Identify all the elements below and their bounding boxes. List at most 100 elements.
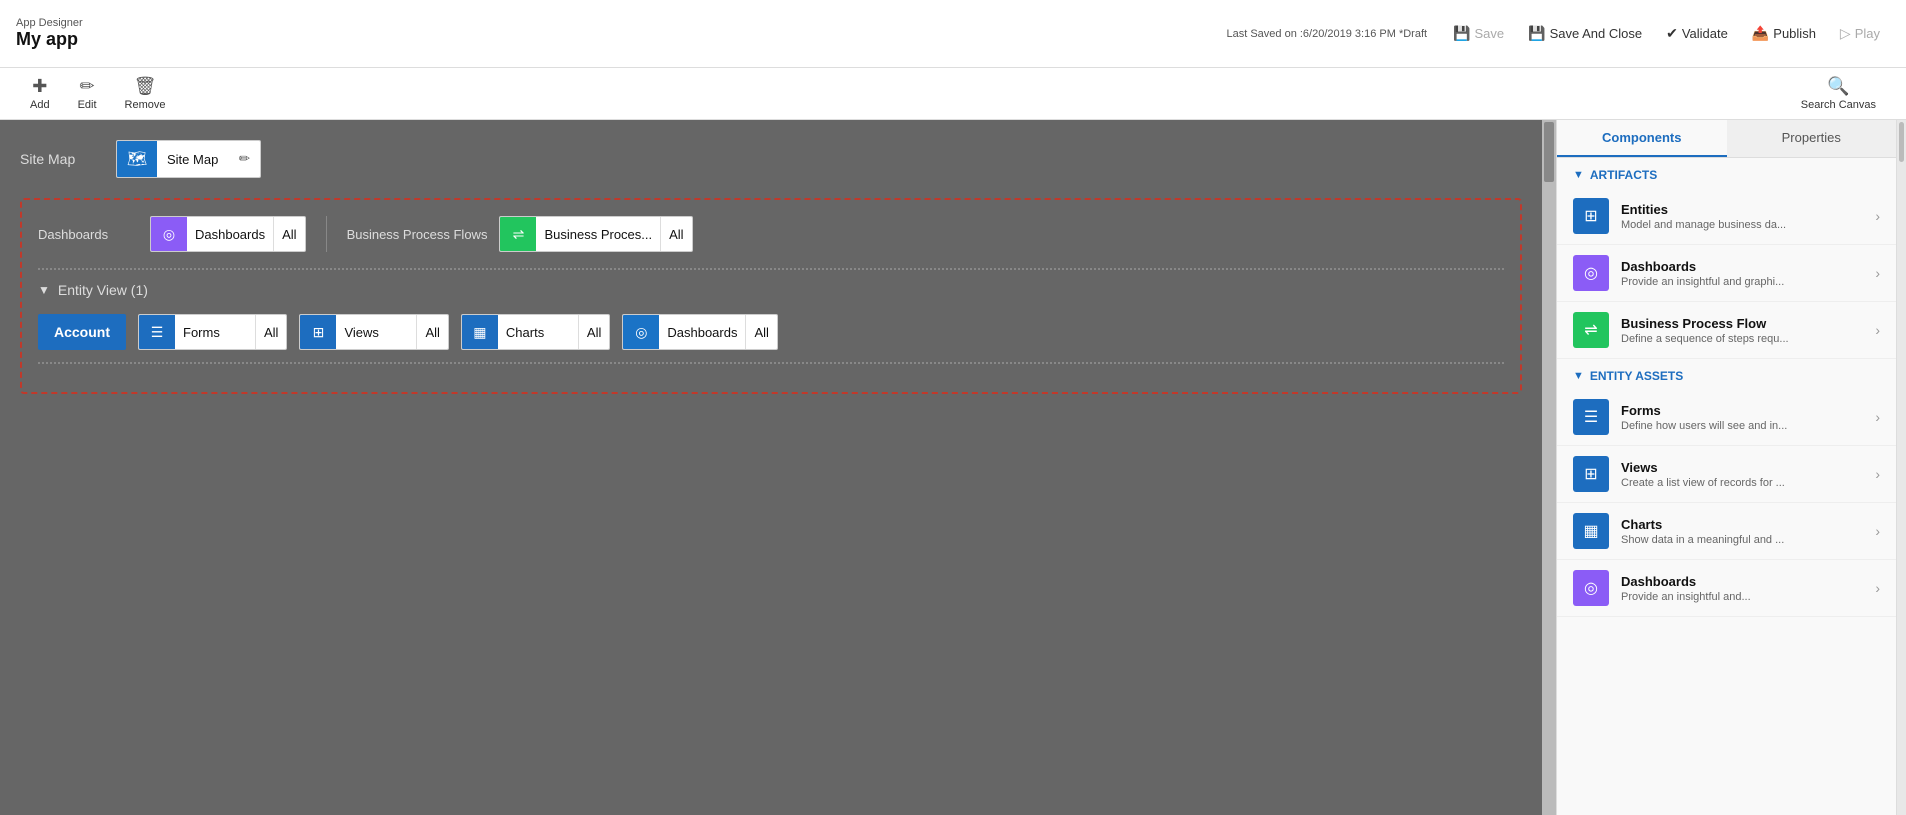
sitemap-component[interactable]: 🗺 Site Map ✏ <box>116 140 261 178</box>
save-button[interactable]: 💾 Save <box>1443 21 1514 46</box>
entity-asset-views[interactable]: ⊞ Views Create a list view of records fo… <box>1557 446 1896 503</box>
entity-dashboards-panel-text: Dashboards Provide an insightful and... <box>1621 574 1863 603</box>
artifacts-section-title: ARTIFACTS <box>1590 168 1657 182</box>
sitemap-label: Site Map <box>20 151 100 167</box>
tab-properties[interactable]: Properties <box>1727 120 1897 157</box>
search-canvas-icon: 🔍 <box>1827 76 1849 97</box>
forms-pill-icon: ☰ <box>139 314 175 350</box>
remove-icon: 🗑 <box>134 76 157 97</box>
search-canvas-tool[interactable]: 🔍 Search Canvas <box>1787 72 1890 115</box>
artifact-dashboards[interactable]: ◎ Dashboards Provide an insightful and g… <box>1557 245 1896 302</box>
dashboards-row-label: Dashboards <box>38 227 138 242</box>
forms-panel-desc: Define how users will see and in... <box>1621 420 1863 432</box>
views-panel-name: Views <box>1621 460 1863 475</box>
save-icon: 💾 <box>1453 25 1470 42</box>
forms-panel-chevron: › <box>1875 409 1880 425</box>
entity-dashboards-icon: ◎ <box>635 324 647 341</box>
bpf-row-label: Business Process Flows <box>347 227 488 242</box>
forms-pill-label: Forms <box>175 325 255 340</box>
entities-desc: Model and manage business da... <box>1621 219 1863 231</box>
sitemap-edit-button[interactable]: ✏ <box>228 141 260 177</box>
charts-panel-text: Charts Show data in a meaningful and ... <box>1621 517 1863 546</box>
save-close-icon: 💾 <box>1528 25 1545 42</box>
play-button[interactable]: ▷ Play <box>1830 21 1890 46</box>
forms-all-btn[interactable]: All <box>255 315 286 349</box>
entity-dashboards-panel-desc: Provide an insightful and... <box>1621 591 1863 603</box>
forms-pill[interactable]: ☰ Forms All <box>138 314 287 350</box>
entities-chevron: › <box>1875 208 1880 224</box>
red-dashed-container: Dashboards ◎ Dashboards All Business Pro… <box>20 198 1522 394</box>
entity-asset-charts[interactable]: ▦ Charts Show data in a meaningful and .… <box>1557 503 1896 560</box>
entity-asset-forms[interactable]: ☰ Forms Define how users will see and in… <box>1557 389 1896 446</box>
canvas-area: Site Map 🗺 Site Map ✏ Dashboards ◎ Dashb… <box>0 120 1542 815</box>
main-layout: Site Map 🗺 Site Map ✏ Dashboards ◎ Dashb… <box>0 120 1906 815</box>
charts-all-btn[interactable]: All <box>578 315 609 349</box>
dotted-separator-1 <box>38 268 1504 270</box>
charts-pill-icon: ▦ <box>462 314 498 350</box>
edit-icon: ✏ <box>80 76 95 97</box>
dashboards-all-btn[interactable]: All <box>273 217 304 251</box>
entity-dashboards-pill[interactable]: ◎ Dashboards All <box>622 314 778 350</box>
add-tool[interactable]: ✚ Add <box>16 72 64 115</box>
save-and-close-button[interactable]: 💾 Save And Close <box>1518 21 1652 46</box>
views-panel-icon-box: ⊞ <box>1573 456 1609 492</box>
entity-view-collapse[interactable]: ▼ <box>38 283 50 297</box>
bpf-panel-icon-box: ⇌ <box>1573 312 1609 348</box>
forms-panel-icon: ☰ <box>1584 407 1598 427</box>
validate-icon: ✔ <box>1666 25 1678 42</box>
entity-asset-dashboards[interactable]: ◎ Dashboards Provide an insightful and..… <box>1557 560 1896 617</box>
edit-tool[interactable]: ✏ Edit <box>64 72 111 115</box>
toolbar: ✚ Add ✏ Edit 🗑 Remove 🔍 Search Canvas <box>0 68 1906 120</box>
entity-dashboards-panel-name: Dashboards <box>1621 574 1863 589</box>
entity-view-header: ▼ Entity View (1) <box>38 282 1504 298</box>
artifact-bpf[interactable]: ⇌ Business Process Flow Define a sequenc… <box>1557 302 1896 359</box>
right-panel-scrollbar[interactable] <box>1896 120 1906 815</box>
entities-icon-box: ⊞ <box>1573 198 1609 234</box>
charts-pill-label: Charts <box>498 325 578 340</box>
add-icon: ✚ <box>32 76 47 97</box>
validate-button[interactable]: ✔ Validate <box>1656 21 1738 46</box>
dashboards-panel-name: Dashboards <box>1621 259 1863 274</box>
views-all-btn[interactable]: All <box>416 315 447 349</box>
dashboards-panel-icon-box: ◎ <box>1573 255 1609 291</box>
sitemap-icon-box: 🗺 <box>117 141 157 177</box>
artifacts-arrow: ▼ <box>1573 169 1584 181</box>
bpf-all-btn[interactable]: All <box>660 217 691 251</box>
artifacts-section-header: ▼ ARTIFACTS <box>1557 158 1896 188</box>
forms-panel-name: Forms <box>1621 403 1863 418</box>
dashboards-row: Dashboards ◎ Dashboards All Business Pro… <box>38 216 1504 252</box>
artifact-entities[interactable]: ⊞ Entities Model and manage business da.… <box>1557 188 1896 245</box>
canvas-scrollbar[interactable] <box>1542 120 1556 815</box>
panel-content: ▼ ARTIFACTS ⊞ Entities Model and manage … <box>1557 158 1896 815</box>
dashboards-panel-desc: Provide an insightful and graphi... <box>1621 276 1863 288</box>
top-bar-actions: Last Saved on :6/20/2019 3:16 PM *Draft … <box>1226 21 1890 46</box>
entity-dashboards-pill-label: Dashboards <box>659 325 745 340</box>
bpf-pill-icon: ⇌ <box>500 216 536 252</box>
entity-dashboards-panel-icon: ◎ <box>1584 578 1598 598</box>
last-saved-text: Last Saved on :6/20/2019 3:16 PM *Draft <box>1226 28 1427 40</box>
right-panel-scrollbar-thumb <box>1899 122 1904 162</box>
publish-icon: 📤 <box>1752 25 1769 42</box>
tab-components[interactable]: Components <box>1557 120 1727 157</box>
entity-dashboards-pill-icon: ◎ <box>623 314 659 350</box>
views-pill[interactable]: ⊞ Views All <box>299 314 448 350</box>
app-name: My app <box>16 29 83 50</box>
dashboards-panel-icon: ◎ <box>1584 263 1598 283</box>
publish-button[interactable]: 📤 Publish <box>1742 21 1826 46</box>
bpf-panel-text: Business Process Flow Define a sequence … <box>1621 316 1863 345</box>
entity-view-label: Entity View (1) <box>58 282 148 298</box>
dashboards-pill-label: Dashboards <box>187 227 273 242</box>
bpf-panel-icon: ⇌ <box>1584 320 1597 340</box>
dashboards-pill[interactable]: ◎ Dashboards All <box>150 216 306 252</box>
charts-panel-icon-box: ▦ <box>1573 513 1609 549</box>
views-panel-desc: Create a list view of records for ... <box>1621 477 1863 489</box>
bpf-pill[interactable]: ⇌ Business Proces... All <box>499 216 692 252</box>
remove-tool[interactable]: 🗑 Remove <box>111 72 180 115</box>
charts-panel-name: Charts <box>1621 517 1863 532</box>
charts-panel-desc: Show data in a meaningful and ... <box>1621 534 1863 546</box>
sitemap-component-label: Site Map <box>157 152 228 167</box>
entity-dashboards-all-btn[interactable]: All <box>745 315 776 349</box>
charts-pill[interactable]: ▦ Charts All <box>461 314 610 350</box>
account-button[interactable]: Account <box>38 314 126 350</box>
entity-assets-section-header: ▼ ENTITY ASSETS <box>1557 359 1896 389</box>
